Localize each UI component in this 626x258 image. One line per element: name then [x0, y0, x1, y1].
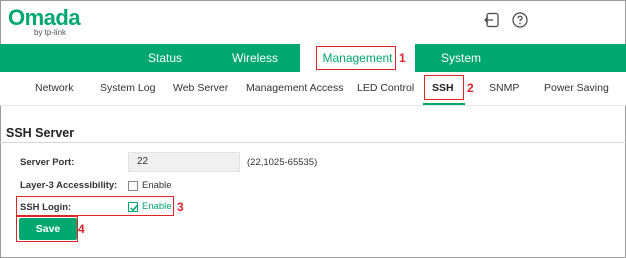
section-divider — [0, 142, 626, 143]
annotation-box-4 — [16, 216, 78, 242]
help-icon[interactable] — [512, 12, 528, 28]
subtab-led-control[interactable]: LED Control — [357, 82, 414, 94]
sub-nav: Network System Log Web Server Management… — [0, 72, 626, 106]
layer3-enable-label[interactable]: Enable — [142, 180, 172, 191]
tab-wireless[interactable]: Wireless — [232, 44, 278, 72]
subtab-web-server[interactable]: Web Server — [173, 82, 228, 94]
subtab-management-access[interactable]: Management Access — [246, 82, 343, 94]
annotation-number-4: 4 — [78, 222, 85, 236]
server-port-range-hint: (22,1025-65535) — [247, 157, 318, 168]
active-subtab-indicator — [423, 103, 465, 105]
annotation-box-2 — [424, 75, 464, 100]
subtab-system-log[interactable]: System Log — [100, 82, 155, 94]
annotation-number-2: 2 — [467, 81, 474, 95]
tab-system[interactable]: System — [441, 44, 481, 72]
annotation-number-1: 1 — [399, 51, 406, 65]
annotation-box-3 — [16, 196, 174, 216]
server-port-label: Server Port: — [20, 157, 75, 168]
annotation-number-3: 3 — [177, 200, 184, 214]
main-nav: Status Wireless Management System — [0, 44, 626, 72]
window-frame — [0, 0, 626, 258]
tab-status[interactable]: Status — [148, 44, 182, 72]
layer3-enable-checkbox[interactable] — [128, 181, 138, 191]
layer3-accessibility-label: Layer-3 Accessibility: — [20, 180, 118, 191]
subtab-network[interactable]: Network — [35, 82, 74, 94]
section-title: SSH Server — [6, 126, 75, 140]
subtab-snmp[interactable]: SNMP — [489, 82, 519, 94]
omada-logo: Omada by tp-link — [8, 5, 81, 38]
subtab-power-saving[interactable]: Power Saving — [544, 82, 609, 94]
annotation-box-1 — [316, 46, 396, 70]
logout-icon[interactable] — [484, 12, 500, 28]
server-port-input[interactable]: 22 — [128, 152, 240, 172]
logo-title: Omada — [8, 5, 81, 30]
